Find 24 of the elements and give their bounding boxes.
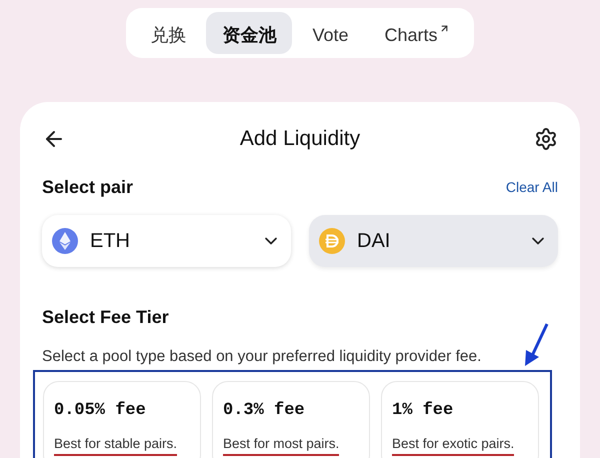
fee-label: 0.3% fee	[223, 400, 306, 422]
coin-icon	[319, 228, 345, 254]
section-heading: Select Fee Tier	[42, 306, 170, 329]
fee-tier-card[interactable]: 0.05% fee Best for stable pairs.	[43, 381, 201, 458]
description-text: Select a pool type based on your preferred liquidity provider fee.	[42, 347, 482, 367]
nav-tab[interactable]: Vote	[296, 12, 365, 54]
token-select[interactable]: DAI	[309, 215, 558, 267]
tier-note: Best for most pairs.	[223, 434, 340, 456]
card-title: Add Liquidity	[240, 126, 360, 152]
fee-tier-card[interactable]: 1% fee Best for exotic pairs.	[381, 381, 539, 458]
tier-note: Best for exotic pairs.	[392, 434, 514, 456]
section-heading: Select pair	[42, 176, 134, 199]
settings-icon[interactable]	[534, 127, 558, 151]
nav-tab[interactable]: 兑换	[134, 12, 202, 54]
fee-label: 1% fee	[392, 400, 454, 422]
token-select[interactable]: ETH	[42, 215, 291, 267]
nav-tab[interactable]: Charts	[368, 12, 466, 54]
nav-tab[interactable]: 资金池	[206, 12, 292, 54]
fee-label: 0.05% fee	[54, 400, 147, 422]
tier-note: Best for stable pairs.	[54, 434, 178, 456]
diamond-coin-icon	[52, 228, 78, 254]
annotation-arrow	[522, 322, 550, 368]
fee-tier-card[interactable]: 0.3% fee Best for most pairs.	[212, 381, 370, 458]
clear-all-link[interactable]: Clear All	[506, 177, 558, 198]
